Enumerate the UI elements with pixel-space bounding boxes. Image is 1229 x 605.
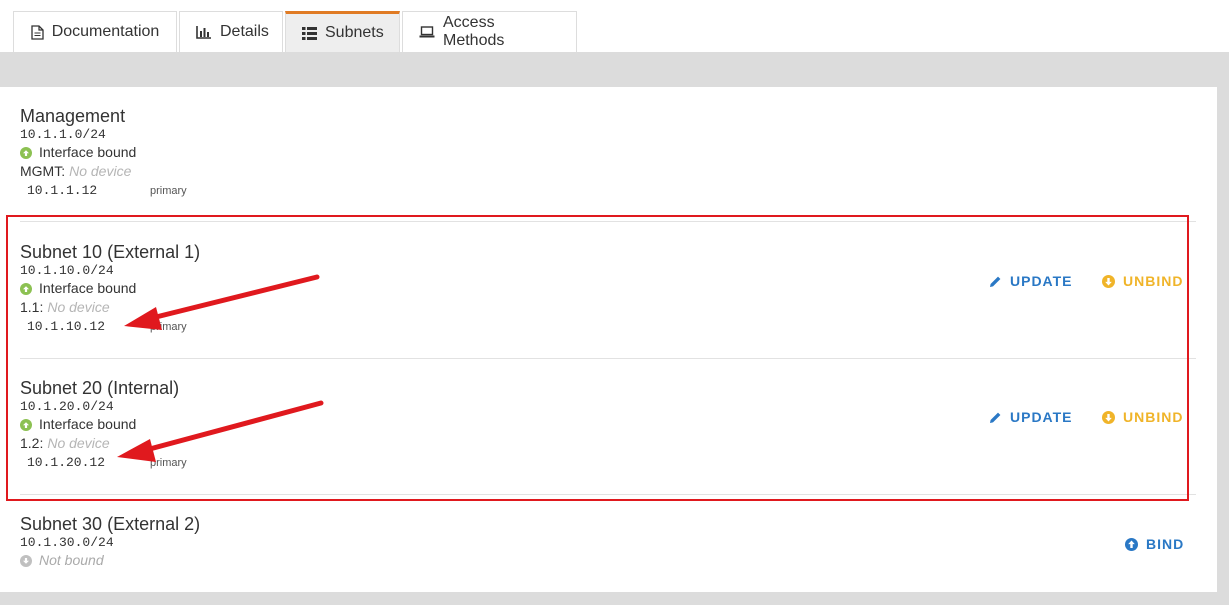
interface-label: MGMT: [20, 163, 66, 179]
subnet-name: Subnet 20 (Internal) [20, 378, 180, 398]
unbind-label: UNBIND [1123, 409, 1184, 425]
interface-line: 1.2: No device [20, 434, 187, 453]
subnet-name: Subnet 10 (External 1) [20, 242, 201, 262]
tab-bar: Documentation Details Subnets Access Met… [13, 11, 579, 52]
ip-address: 10.1.20.12 [27, 455, 106, 470]
bound-status: Interface bound [20, 279, 200, 298]
tab-label: Access Methods [443, 14, 505, 49]
status-text: Interface bound [39, 416, 137, 432]
address-line: 10.1.10.12 primary [27, 317, 200, 337]
list-icon [302, 26, 317, 40]
bound-status: Interface bound [20, 143, 187, 162]
pencil-icon [989, 275, 1002, 288]
bar-chart-icon [196, 25, 212, 39]
ip-role: primary [150, 185, 187, 197]
ip-role: primary [150, 321, 187, 333]
arrow-down-circle-icon [1102, 410, 1115, 424]
pencil-icon [989, 411, 1002, 424]
divider [20, 494, 1196, 495]
subnet-20: Subnet 20 (Internal) 10.1.20.0/24 Interf… [20, 378, 187, 473]
status-text: Interface bound [39, 144, 137, 160]
interface-label: 1.1: [20, 299, 44, 315]
document-icon [31, 24, 44, 40]
ip-address: 10.1.1.12 [27, 183, 98, 198]
ip-role: primary [150, 457, 187, 469]
subnet-cidr: 10.1.1.0/24 [20, 127, 106, 142]
arrow-down-circle-icon [1102, 274, 1115, 288]
subnet-cidr: 10.1.30.0/24 [20, 535, 114, 550]
address-line: 10.1.1.12 primary [27, 181, 187, 201]
address-line: 10.1.20.12 primary [27, 453, 187, 473]
tab-documentation[interactable]: Documentation [13, 11, 177, 52]
arrow-down-circle-icon [20, 554, 32, 567]
arrow-up-circle-icon [1125, 537, 1138, 551]
interface-label: 1.2: [20, 435, 44, 451]
unbind-button[interactable]: UNBIND [1102, 409, 1183, 425]
tab-details[interactable]: Details [179, 11, 283, 52]
bind-label: BIND [1146, 536, 1185, 552]
device-text: No device [47, 435, 110, 451]
status-text: Interface bound [39, 280, 137, 296]
tab-label: Details [220, 23, 269, 40]
update-button[interactable]: UPDATE [989, 409, 1073, 425]
update-label: UPDATE [1010, 273, 1073, 289]
tab-access-methods[interactable]: Access Methods [402, 11, 577, 52]
ip-address: 10.1.10.12 [27, 319, 106, 334]
bind-button[interactable]: BIND [1125, 536, 1184, 552]
tab-label: Subnets [325, 24, 384, 41]
arrow-up-circle-icon [20, 282, 32, 295]
interface-line: 1.1: No device [20, 298, 200, 317]
subnet-cidr: 10.1.20.0/24 [20, 399, 114, 414]
subnet-name: Subnet 30 (External 2) [20, 514, 201, 534]
unbound-status: Not bound [20, 551, 200, 570]
content-header-band [0, 52, 1217, 87]
update-button[interactable]: UPDATE [989, 273, 1073, 289]
content-frame-edge [1217, 52, 1229, 605]
arrow-up-circle-icon [20, 418, 32, 431]
interface-line: MGMT: No device [20, 162, 187, 181]
unbind-label: UNBIND [1123, 273, 1184, 289]
device-text: No device [47, 299, 110, 315]
bound-status: Interface bound [20, 415, 187, 434]
update-label: UPDATE [1010, 409, 1073, 425]
laptop-icon [419, 26, 435, 38]
subnet-10: Subnet 10 (External 1) 10.1.10.0/24 Inte… [20, 242, 200, 337]
arrow-up-circle-icon [20, 146, 32, 159]
unbind-button[interactable]: UNBIND [1102, 273, 1183, 289]
tab-subnets[interactable]: Subnets [285, 11, 400, 52]
tab-label: Documentation [51, 23, 160, 40]
content-frame-edge [0, 592, 1217, 605]
subnet-30: Subnet 30 (External 2) 10.1.30.0/24 Not … [20, 514, 200, 570]
divider [20, 221, 1196, 222]
subnet-cidr: 10.1.10.0/24 [20, 263, 114, 278]
subnet-name: Management [20, 106, 126, 126]
status-text: Not bound [39, 552, 104, 568]
device-text: No device [69, 163, 132, 179]
subnet-management: Management 10.1.1.0/24 Interface bound M… [20, 106, 187, 201]
divider [20, 358, 1196, 359]
